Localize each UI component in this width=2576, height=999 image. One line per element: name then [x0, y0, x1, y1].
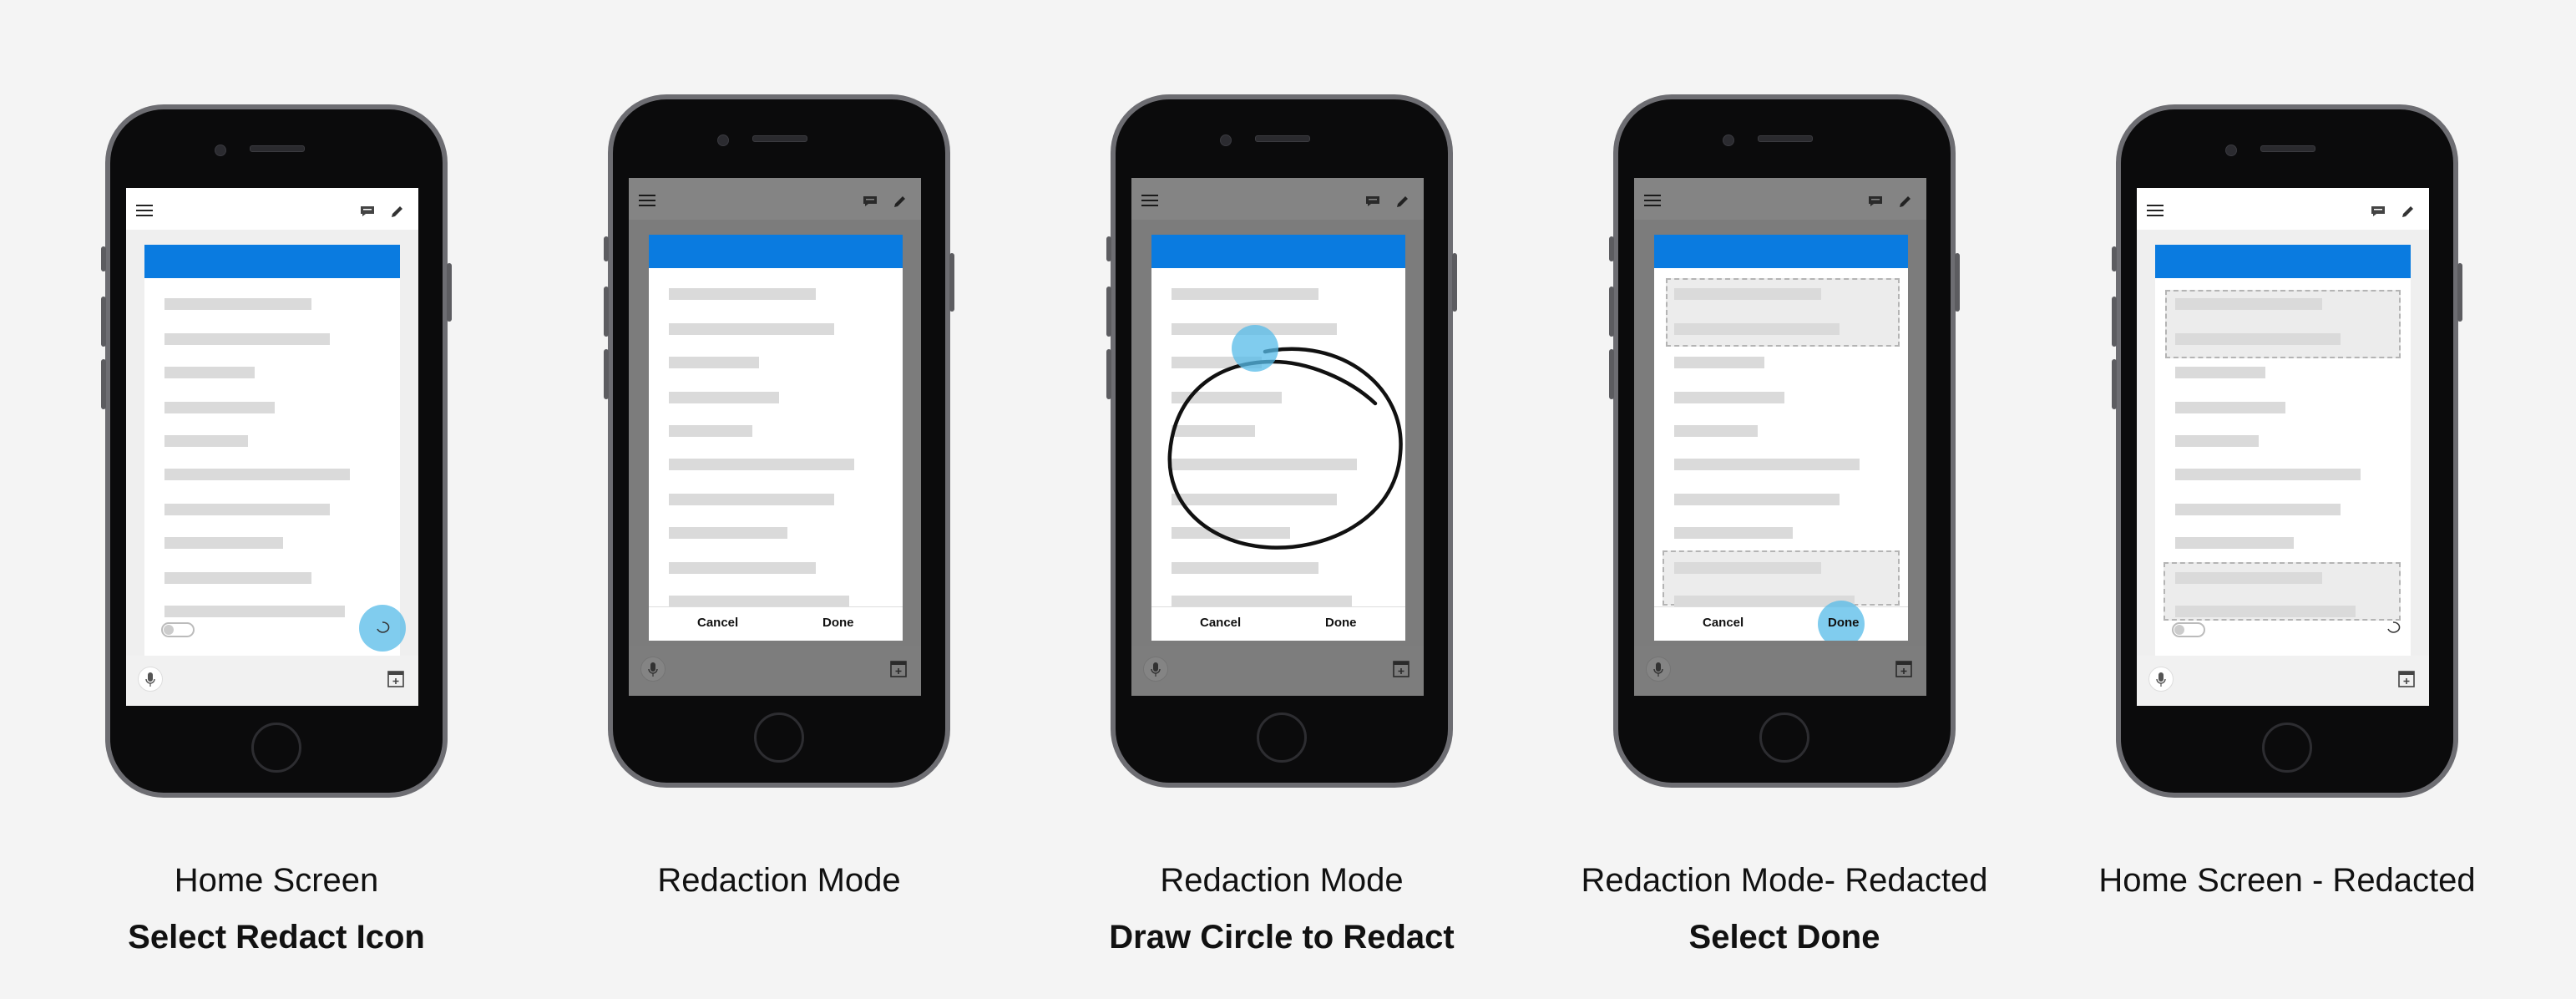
- screen-instruction: Select Redact Icon: [128, 919, 425, 956]
- phone-frame: Cancel Done: [1106, 94, 1457, 788]
- lasso-redact-icon[interactable]: [375, 621, 390, 636]
- screen-caption: Redaction Mode- Redacted: [1581, 862, 1988, 899]
- chat-icon[interactable]: [2371, 205, 2386, 217]
- camera-icon: [717, 134, 729, 146]
- cancel-button[interactable]: Cancel: [1200, 616, 1241, 630]
- app-screen: Cancel Done: [1131, 178, 1424, 696]
- screen-caption: Home Screen: [174, 862, 379, 899]
- phone-frame: [101, 104, 452, 798]
- home-button[interactable]: [1759, 712, 1809, 763]
- redaction-action-bar: Cancel Done: [1151, 606, 1405, 641]
- note-title-bar: [649, 235, 903, 268]
- screen-instruction: Draw Circle to Redact: [1109, 919, 1455, 956]
- app-screen: Cancel Done: [1634, 178, 1926, 696]
- note-card: Cancel Done: [1654, 235, 1908, 641]
- home-button[interactable]: [2262, 723, 2312, 773]
- app-screen: [126, 188, 418, 706]
- bottom-toolbar: [126, 656, 418, 706]
- phone-frame: [2112, 104, 2462, 798]
- pencil-icon[interactable]: [390, 204, 405, 219]
- speaker-grille: [1255, 135, 1310, 142]
- app-screen: [2137, 188, 2429, 706]
- screen-instruction: Select Done: [1688, 919, 1880, 956]
- mic-icon[interactable]: [138, 667, 163, 692]
- done-button[interactable]: Done: [1325, 616, 1357, 630]
- toggle-switch[interactable]: [161, 622, 195, 637]
- note-title-bar: [1654, 235, 1908, 268]
- home-button[interactable]: [1257, 712, 1307, 763]
- redaction-action-bar: Cancel Done: [649, 606, 903, 641]
- speaker-grille: [2260, 145, 2315, 152]
- mic-icon[interactable]: [2148, 667, 2174, 692]
- bottom-toolbar: [2137, 656, 2429, 706]
- screen-caption: Redaction Mode: [657, 862, 901, 899]
- screen-redaction-mode: Cancel Done Redaction Mode: [529, 0, 1030, 999]
- add-note-icon[interactable]: [387, 670, 405, 688]
- cancel-button[interactable]: Cancel: [1703, 616, 1743, 630]
- app-header: [2137, 188, 2429, 230]
- app-header: [126, 188, 418, 230]
- screen-draw-circle: Cancel Done Redaction Mode Draw Circle t…: [1031, 0, 1532, 999]
- done-button[interactable]: Done: [1828, 616, 1860, 630]
- note-card: Cancel Done: [649, 235, 903, 641]
- add-note-icon[interactable]: [2397, 670, 2416, 688]
- menu-icon[interactable]: [2147, 205, 2164, 216]
- menu-icon[interactable]: [136, 205, 153, 216]
- chat-icon[interactable]: [360, 205, 375, 217]
- screen-home-redacted: Home Screen - Redacted: [2037, 0, 2538, 999]
- camera-icon: [215, 145, 226, 156]
- speaker-grille: [250, 145, 305, 152]
- note-title-bar: [1151, 235, 1405, 268]
- lasso-redact-icon[interactable]: [2386, 621, 2401, 636]
- note-title-bar: [2155, 245, 2411, 278]
- camera-icon: [1220, 134, 1232, 146]
- cancel-button[interactable]: Cancel: [697, 616, 738, 630]
- note-card: [2155, 245, 2411, 671]
- phone-frame: Cancel Done: [1609, 94, 1960, 788]
- redaction-action-bar: Cancel Done: [1654, 601, 1908, 641]
- camera-icon: [2225, 145, 2237, 156]
- speaker-grille: [1758, 135, 1813, 142]
- screen-home: Home Screen Select Redact Icon: [26, 0, 527, 999]
- app-screen: Cancel Done: [629, 178, 921, 696]
- screen-caption: Home Screen - Redacted: [2098, 862, 2476, 899]
- drawn-circle-stroke: [1167, 347, 1403, 550]
- toggle-switch[interactable]: [2172, 622, 2205, 637]
- note-title-bar: [144, 245, 400, 278]
- home-button[interactable]: [754, 712, 804, 763]
- speaker-grille: [752, 135, 807, 142]
- phone-frame: Cancel Done: [604, 94, 954, 788]
- screen-caption: Redaction Mode: [1160, 862, 1404, 899]
- screen-redaction-redacted: Cancel Done Redaction Mode- Redacted Sel…: [1534, 0, 2035, 999]
- pencil-icon[interactable]: [2401, 204, 2416, 219]
- done-button[interactable]: Done: [822, 616, 854, 630]
- camera-icon: [1723, 134, 1734, 146]
- note-card: [144, 245, 400, 671]
- tap-indicator: [1232, 325, 1278, 372]
- home-button[interactable]: [251, 723, 301, 773]
